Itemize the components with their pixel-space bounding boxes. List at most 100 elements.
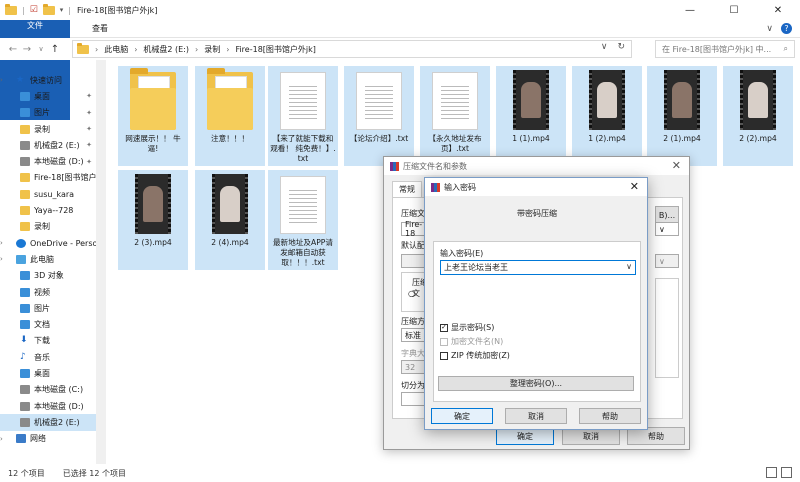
expand-chevron-icon[interactable]: › bbox=[0, 255, 3, 263]
details-view-icon[interactable] bbox=[766, 467, 777, 478]
tab-general[interactable]: 常规 bbox=[392, 181, 422, 197]
sidebar-item-label: 录制 bbox=[34, 222, 50, 232]
sidebar-item[interactable]: › 网络 bbox=[0, 431, 96, 447]
folder-icon bbox=[207, 68, 253, 130]
dialog-close-icon[interactable]: ✕ bbox=[672, 159, 681, 172]
documents-icon bbox=[20, 320, 30, 330]
sidebar-item[interactable]: Yaya--728 bbox=[0, 202, 96, 218]
help-icon[interactable]: ? bbox=[781, 23, 792, 34]
chevron-down-icon[interactable]: ∨ bbox=[626, 262, 632, 271]
sidebar-item[interactable]: susu_kara bbox=[0, 186, 96, 202]
sidebar-item[interactable]: 3D 对象 bbox=[0, 268, 96, 284]
customize-toolbar-icon[interactable]: ▾ bbox=[60, 6, 64, 14]
dialog-title-bar: 压缩文件名和参数 bbox=[384, 157, 689, 175]
large-icons-view-icon[interactable] bbox=[781, 467, 792, 478]
file-item[interactable]: 最新地址及APP请发邮箱自动获取！！！.txt bbox=[268, 170, 338, 270]
sidebar-item-label: 本地磁盘 (D:) bbox=[34, 157, 84, 167]
breadcrumb-this-pc[interactable]: 此电脑 bbox=[104, 44, 128, 55]
sidebar-item[interactable]: 文档 bbox=[0, 316, 96, 332]
organize-passwords-button[interactable]: 整理密码(O)... bbox=[438, 376, 634, 391]
navigation-pane-scrollbar[interactable] bbox=[96, 60, 106, 464]
ok-button[interactable]: 确定 bbox=[431, 408, 493, 424]
file-name: 最新地址及APP请发邮箱自动获取！！！.txt bbox=[273, 238, 333, 267]
up-arrow-icon[interactable]: ↑ bbox=[48, 44, 62, 55]
sidebar-item[interactable]: › OneDrive - Perso bbox=[0, 235, 96, 251]
encrypt-filenames-checkbox[interactable]: 加密文件名(N) bbox=[440, 336, 503, 347]
drive-icon bbox=[20, 385, 30, 395]
help-button[interactable]: 帮助 bbox=[579, 408, 641, 424]
file-item[interactable]: 网速展示！！ 牛逼! bbox=[118, 66, 188, 166]
file-name: 2 (1).mp4 bbox=[663, 134, 701, 143]
forward-arrow-icon[interactable]: → bbox=[20, 44, 34, 55]
sidebar-item-label: 视频 bbox=[34, 287, 50, 297]
sidebar-item[interactable]: 本地磁盘 (D:) bbox=[0, 398, 96, 414]
breadcrumb-current-folder[interactable]: Fire-18[图书馆户外jk] bbox=[235, 44, 315, 55]
breadcrumb-separator: › bbox=[195, 44, 199, 54]
sidebar-item[interactable]: › 此电脑 bbox=[0, 251, 96, 267]
minimize-button[interactable]: — bbox=[668, 0, 712, 20]
file-item[interactable]: 注意！！！ bbox=[195, 66, 265, 166]
sidebar-item[interactable]: 本地磁盘 (D:) ✦ bbox=[0, 153, 96, 169]
file-item[interactable]: 【论坛介绍】.txt bbox=[344, 66, 414, 166]
expand-chevron-icon[interactable]: › bbox=[0, 239, 3, 247]
search-input[interactable]: 在 Fire-18[图书馆户外jk] 中... ⌕ bbox=[655, 40, 795, 58]
profile-dropdown[interactable]: ∨ bbox=[655, 254, 679, 268]
file-item[interactable]: 【来了就能下载和观看！ 纯免费！】.txt bbox=[268, 66, 338, 166]
password-input[interactable]: 上老王论坛当老王 ∨ bbox=[440, 260, 636, 275]
file-item[interactable]: 1 (2).mp4 bbox=[572, 66, 642, 166]
properties-icon[interactable]: ☑ bbox=[30, 5, 38, 15]
sidebar-item[interactable]: 录制 ✦ bbox=[0, 121, 96, 137]
zip-legacy-encryption-checkbox[interactable]: ZIP 传统加密(Z) bbox=[440, 350, 510, 361]
view-switcher bbox=[766, 467, 792, 478]
tab-view[interactable]: 查看 bbox=[80, 20, 120, 37]
maximize-button[interactable]: ☐ bbox=[712, 0, 756, 20]
breadcrumb-recordings[interactable]: 录制 bbox=[204, 44, 220, 55]
file-item[interactable]: 2 (1).mp4 bbox=[647, 66, 717, 166]
back-arrow-icon[interactable]: ← bbox=[6, 44, 20, 55]
format-radio[interactable]: ○ bbox=[408, 289, 415, 298]
password-value: 上老王论坛当老王 bbox=[444, 263, 508, 272]
sidebar-item[interactable]: 本地磁盘 (C:) bbox=[0, 382, 96, 398]
expand-ribbon-icon[interactable]: ∨ bbox=[766, 24, 773, 34]
toolbar-separator: | bbox=[22, 5, 25, 15]
address-bar[interactable]: › 此电脑 › 机械盘2 (E:) › 录制 › Fire-18[图书馆户外jk… bbox=[72, 40, 632, 58]
breadcrumb-drive-e[interactable]: 机械盘2 (E:) bbox=[143, 44, 189, 55]
show-password-checkbox[interactable]: ✓ 显示密码(S) bbox=[440, 322, 494, 333]
expand-chevron-icon[interactable]: › bbox=[0, 435, 3, 443]
sidebar-item[interactable]: 图片 ✦ bbox=[0, 105, 96, 121]
file-item[interactable]: 2 (4).mp4 bbox=[195, 170, 265, 270]
encrypt-filenames-label: 加密文件名(N) bbox=[451, 337, 504, 346]
ribbon-right-tools: ∨ ? bbox=[766, 20, 800, 37]
sidebar-item[interactable]: 录制 bbox=[0, 219, 96, 235]
sidebar-item[interactable]: ♪ 音乐 bbox=[0, 349, 96, 365]
new-folder-icon[interactable] bbox=[42, 3, 55, 15]
sidebar-item[interactable]: › ★ 快速访问 bbox=[0, 72, 96, 88]
sidebar-item[interactable]: 桌面 ✦ bbox=[0, 88, 96, 104]
folder-icon bbox=[20, 124, 30, 134]
update-mode-select[interactable]: ∨ bbox=[655, 222, 679, 236]
cancel-button[interactable]: 取消 bbox=[505, 408, 567, 424]
file-item[interactable]: 1 (1).mp4 bbox=[496, 66, 566, 166]
sidebar-item[interactable]: 图片 bbox=[0, 300, 96, 316]
sidebar-item[interactable]: 机械盘2 (E:) bbox=[0, 414, 96, 431]
sidebar-item[interactable]: ⬇ 下载 bbox=[0, 333, 96, 349]
sidebar-item[interactable]: 视频 bbox=[0, 284, 96, 300]
sidebar-item-label: 下载 bbox=[34, 336, 50, 346]
sidebar-item[interactable]: 机械盘2 (E:) ✦ bbox=[0, 137, 96, 153]
expand-chevron-icon[interactable]: › bbox=[0, 76, 3, 84]
file-item[interactable]: 【永久地址发布页】.txt bbox=[420, 66, 490, 166]
sidebar-item-label: 桌面 bbox=[34, 368, 50, 378]
address-dropdown-icon[interactable]: ∨ bbox=[601, 42, 608, 52]
refresh-icon[interactable]: ↻ bbox=[617, 42, 625, 52]
folder-icon bbox=[77, 42, 89, 54]
pin-icon: ✦ bbox=[86, 141, 92, 150]
sidebar-item[interactable]: Fire-18[图书馆户 bbox=[0, 170, 96, 186]
download-icon: ⬇ bbox=[20, 335, 28, 346]
close-button[interactable]: ✕ bbox=[756, 0, 800, 20]
sidebar-item[interactable]: 桌面 bbox=[0, 365, 96, 381]
file-item[interactable]: 2 (3).mp4 bbox=[118, 170, 188, 270]
checkbox-checked-icon: ✓ bbox=[440, 323, 448, 332]
file-item[interactable]: 2 (2).mp4 bbox=[723, 66, 793, 166]
dialog-close-icon[interactable]: ✕ bbox=[630, 180, 639, 193]
recent-locations-icon[interactable]: ∨ bbox=[34, 45, 48, 53]
